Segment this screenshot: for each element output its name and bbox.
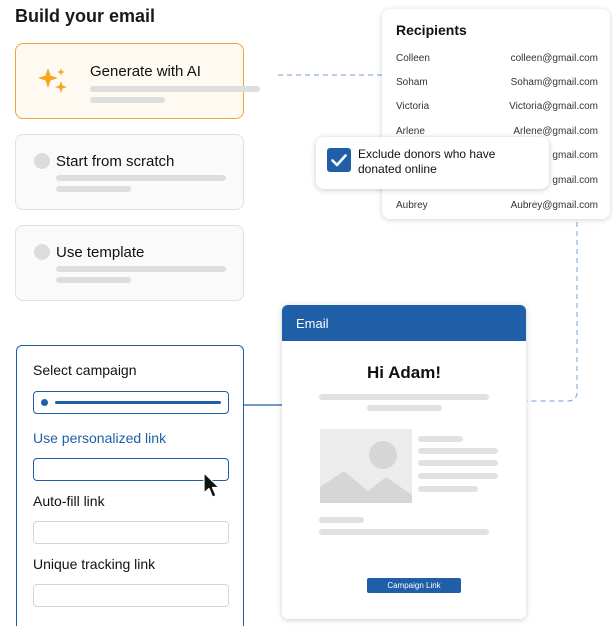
email-header-title: Email (296, 316, 329, 331)
radio-button[interactable] (34, 244, 50, 260)
sparkle-icon (38, 68, 67, 93)
placeholder-line (90, 86, 260, 92)
tracking-link-label: Unique tracking link (33, 556, 156, 572)
option-label: Start from scratch (56, 153, 175, 170)
personalized-link-input[interactable] (33, 458, 229, 481)
placeholder-line (418, 460, 498, 466)
personalized-link-label: Use personalized link (33, 430, 167, 446)
recipient-email: Victoria@gmail.com (509, 101, 598, 112)
campaign-select[interactable] (33, 391, 229, 414)
recipient-email: gmail.com (552, 175, 598, 186)
placeholder-line (319, 517, 364, 523)
recipient-row[interactable]: Victoria Victoria@gmail.com (396, 101, 598, 112)
recipient-row[interactable]: Soham Soham@gmail.com (396, 77, 598, 88)
page-title: Build your email (15, 6, 156, 26)
autofill-link-label: Auto-fill link (33, 493, 105, 509)
recipient-name: Arlene (396, 126, 425, 137)
mouse-cursor-icon (203, 472, 220, 498)
option-generate-ai[interactable]: Generate with AI (15, 43, 260, 119)
campaign-link-button[interactable]: Campaign Link (367, 578, 461, 593)
placeholder-line (56, 277, 131, 283)
placeholder-line (418, 486, 478, 492)
email-preview: Email Hi Adam! Campaign Link (282, 305, 526, 619)
slider-track (55, 401, 221, 404)
exclude-label: Exclude donors who have donated online (358, 147, 496, 176)
placeholder-line (418, 448, 498, 454)
recipient-email: Aubrey@gmail.com (510, 200, 598, 211)
checkmark-icon (331, 154, 347, 167)
option-start-scratch[interactable]: Start from scratch (15, 134, 244, 210)
recipient-email: Soham@gmail.com (510, 77, 598, 88)
recipient-email: Arlene@gmail.com (513, 126, 598, 137)
recipient-name: Victoria (396, 101, 430, 112)
placeholder-line (367, 405, 442, 411)
recipient-row[interactable]: Colleen colleen@gmail.com (396, 53, 598, 64)
recipient-email: colleen@gmail.com (510, 53, 598, 64)
recipient-row[interactable]: Arlene Arlene@gmail.com (396, 126, 598, 137)
option-label: Generate with AI (90, 63, 201, 80)
placeholder-line (90, 97, 165, 103)
autofill-link-input[interactable] (33, 521, 229, 544)
placeholder-line (319, 394, 489, 400)
placeholder-line (56, 175, 226, 181)
placeholder-line (56, 186, 131, 192)
option-use-template[interactable]: Use template (15, 225, 244, 301)
recipient-name: Colleen (396, 53, 430, 64)
recipient-name: Soham (396, 77, 428, 88)
exclude-donors-option[interactable]: Exclude donors who have donated online (316, 137, 549, 189)
recipients-title: Recipients (396, 22, 467, 38)
placeholder-line (418, 473, 498, 479)
slider-dot (41, 399, 48, 406)
recipient-row[interactable]: Aubrey Aubrey@gmail.com (396, 200, 598, 211)
placeholder-line (319, 529, 489, 535)
recipient-name: Aubrey (396, 200, 428, 211)
recipient-email: gmail.com (552, 150, 598, 161)
select-campaign-label: Select campaign (33, 362, 137, 378)
exclude-checkbox[interactable] (327, 148, 351, 172)
email-header: Email (282, 305, 526, 341)
placeholder-line (56, 266, 226, 272)
image-placeholder-icon (320, 429, 412, 503)
option-label: Use template (56, 244, 145, 261)
radio-button[interactable] (34, 153, 50, 169)
email-greeting: Hi Adam! (367, 363, 441, 382)
placeholder-line (418, 436, 463, 442)
tracking-link-input[interactable] (33, 584, 229, 607)
